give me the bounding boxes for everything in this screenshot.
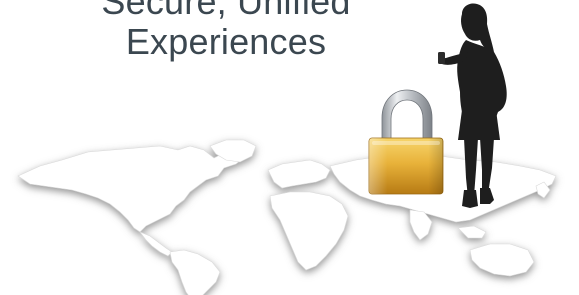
headline: Secure, Unified Experiences bbox=[56, 0, 396, 62]
north-america-shape bbox=[17, 145, 247, 233]
central-america-shape bbox=[139, 231, 173, 257]
south-america-shape bbox=[169, 249, 221, 295]
southeast-asia-shape bbox=[457, 225, 487, 239]
padlock-icon bbox=[368, 89, 444, 195]
headline-line-2: Experiences bbox=[125, 21, 327, 62]
australia-shape bbox=[469, 243, 535, 277]
padlock-shackle bbox=[381, 89, 433, 141]
europe-shape bbox=[267, 159, 331, 189]
africa-shape bbox=[269, 191, 349, 271]
hero-banner: Secure, Unified Experiences bbox=[0, 0, 579, 295]
headline-line-1: Secure, Unified bbox=[101, 0, 351, 22]
